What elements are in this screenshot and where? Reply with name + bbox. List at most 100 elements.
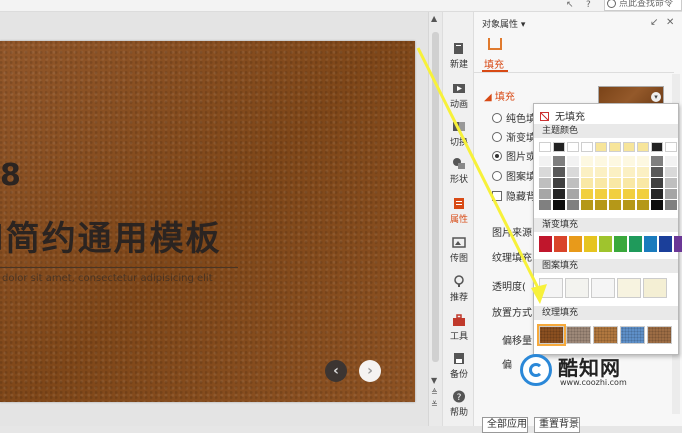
shade-swatch-0-2[interactable] — [539, 178, 551, 188]
gradient-swatch-8[interactable] — [659, 236, 672, 252]
tool-backup[interactable]: 备份 — [443, 352, 475, 380]
theme-color-swatch-6[interactable] — [623, 142, 635, 152]
fill-option-pattern[interactable]: 图案填 — [492, 168, 536, 183]
shade-swatch-5-2[interactable] — [609, 178, 621, 188]
search-input[interactable]: 点此查找命令 — [604, 0, 682, 11]
hide-background-checkbox[interactable]: 隐藏背 — [492, 188, 536, 203]
theme-color-swatch-7[interactable] — [637, 142, 649, 152]
shade-swatch-8-3[interactable] — [651, 189, 663, 199]
no-fill-option[interactable]: 无填充 — [540, 108, 585, 123]
prev-page-icon[interactable]: ≜ — [431, 388, 438, 397]
shade-swatch-3-2[interactable] — [581, 178, 593, 188]
shade-swatch-8-1[interactable] — [651, 167, 663, 177]
shade-swatch-8-2[interactable] — [651, 178, 663, 188]
theme-color-swatch-4[interactable] — [595, 142, 607, 152]
radio-solid[interactable] — [492, 113, 502, 123]
tool-shape[interactable]: 形状 — [443, 157, 475, 185]
theme-color-swatch-8[interactable] — [651, 142, 663, 152]
theme-color-swatch-0[interactable] — [539, 142, 551, 152]
shade-swatch-9-0[interactable] — [665, 156, 677, 166]
shade-swatch-6-0[interactable] — [623, 156, 635, 166]
shade-swatch-1-4[interactable] — [553, 200, 565, 210]
radio-picture[interactable] — [492, 151, 502, 161]
tool-tools[interactable]: 工具 — [443, 314, 475, 342]
pattern-swatch-4[interactable] — [643, 278, 667, 298]
gradient-swatch-9[interactable] — [674, 236, 682, 252]
texture-swatch-0[interactable] — [537, 324, 566, 346]
tool-help[interactable]: ? 帮助 — [443, 390, 475, 418]
next-page-icon[interactable]: ≚ — [431, 400, 438, 409]
theme-color-swatch-2[interactable] — [567, 142, 579, 152]
panel-title[interactable]: 对象属性 ▾ — [482, 17, 525, 30]
shade-swatch-6-2[interactable] — [623, 178, 635, 188]
shade-swatch-0-0[interactable] — [539, 156, 551, 166]
gradient-swatch-1[interactable] — [554, 236, 567, 252]
gradient-swatch-2[interactable] — [569, 236, 582, 252]
shade-swatch-5-3[interactable] — [609, 189, 621, 199]
shade-swatch-4-0[interactable] — [595, 156, 607, 166]
fill-option-picture[interactable]: 图片或 — [492, 148, 536, 163]
shade-swatch-5-4[interactable] — [609, 200, 621, 210]
slide[interactable]: 8 l简约通用模板 dolor sit amet, consectetur ad… — [0, 41, 415, 402]
help-icon[interactable]: ? — [586, 0, 591, 10]
gradient-swatch-5[interactable] — [614, 236, 627, 252]
gradient-swatch-0[interactable] — [539, 236, 552, 252]
tool-upload-image[interactable]: 传图 — [443, 236, 475, 264]
theme-color-swatch-3[interactable] — [581, 142, 593, 152]
tab-fill[interactable]: 填充 — [484, 56, 504, 71]
shade-swatch-9-3[interactable] — [665, 189, 677, 199]
shade-swatch-0-1[interactable] — [539, 167, 551, 177]
scroll-up-icon[interactable]: ▲ — [431, 14, 437, 23]
texture-swatch-2[interactable] — [593, 326, 618, 344]
tool-animation[interactable]: 动画 — [443, 82, 475, 110]
shade-swatch-5-1[interactable] — [609, 167, 621, 177]
tool-recommend[interactable]: 推荐 — [443, 275, 475, 303]
shade-swatch-4-4[interactable] — [595, 200, 607, 210]
gradient-swatch-6[interactable] — [629, 236, 642, 252]
tool-transition[interactable]: 切换 — [443, 120, 475, 148]
texture-swatch-4[interactable] — [647, 326, 672, 344]
theme-color-swatch-9[interactable] — [665, 142, 677, 152]
shade-swatch-7-1[interactable] — [637, 167, 649, 177]
shade-swatch-2-1[interactable] — [567, 167, 579, 177]
shade-swatch-1-0[interactable] — [553, 156, 565, 166]
pattern-swatch-0[interactable] — [539, 278, 563, 298]
scroll-thumb[interactable] — [432, 32, 439, 362]
shade-swatch-9-4[interactable] — [665, 200, 677, 210]
shade-swatch-7-3[interactable] — [637, 189, 649, 199]
canvas-scrollbar[interactable]: ▲ ▼ ≜ ≚ — [428, 12, 442, 426]
shade-swatch-6-3[interactable] — [623, 189, 635, 199]
shade-swatch-6-1[interactable] — [623, 167, 635, 177]
fill-option-gradient[interactable]: 渐变填 — [492, 129, 536, 144]
checkbox[interactable] — [492, 191, 502, 201]
shade-swatch-3-1[interactable] — [581, 167, 593, 177]
collapse-icon[interactable]: ↙ — [650, 17, 658, 28]
shade-swatch-3-0[interactable] — [581, 156, 593, 166]
gradient-swatch-4[interactable] — [599, 236, 612, 252]
shade-swatch-4-1[interactable] — [595, 167, 607, 177]
shade-swatch-1-2[interactable] — [553, 178, 565, 188]
shade-swatch-8-0[interactable] — [651, 156, 663, 166]
pattern-swatch-1[interactable] — [565, 278, 589, 298]
shade-swatch-0-4[interactable] — [539, 200, 551, 210]
pattern-swatch-2[interactable] — [591, 278, 615, 298]
shade-swatch-2-4[interactable] — [567, 200, 579, 210]
scroll-down-icon[interactable]: ▼ — [431, 376, 437, 385]
shade-swatch-2-2[interactable] — [567, 178, 579, 188]
cursor-icon[interactable]: ↖ — [566, 0, 574, 10]
reset-background-button[interactable]: 重置背景 — [534, 417, 580, 433]
shade-swatch-1-1[interactable] — [553, 167, 565, 177]
shade-swatch-7-4[interactable] — [637, 200, 649, 210]
radio-gradient[interactable] — [492, 132, 502, 142]
shade-swatch-3-4[interactable] — [581, 200, 593, 210]
shade-swatch-2-3[interactable] — [567, 189, 579, 199]
fill-option-solid[interactable]: 纯色填 — [492, 110, 536, 125]
next-slide-button[interactable]: › — [359, 360, 381, 382]
theme-color-swatch-1[interactable] — [553, 142, 565, 152]
shade-swatch-3-3[interactable] — [581, 189, 593, 199]
apply-all-button[interactable]: 全部应用 — [482, 417, 528, 433]
tool-new[interactable]: 新建 — [443, 42, 475, 70]
shade-swatch-4-2[interactable] — [595, 178, 607, 188]
shade-swatch-5-0[interactable] — [609, 156, 621, 166]
shade-swatch-9-2[interactable] — [665, 178, 677, 188]
